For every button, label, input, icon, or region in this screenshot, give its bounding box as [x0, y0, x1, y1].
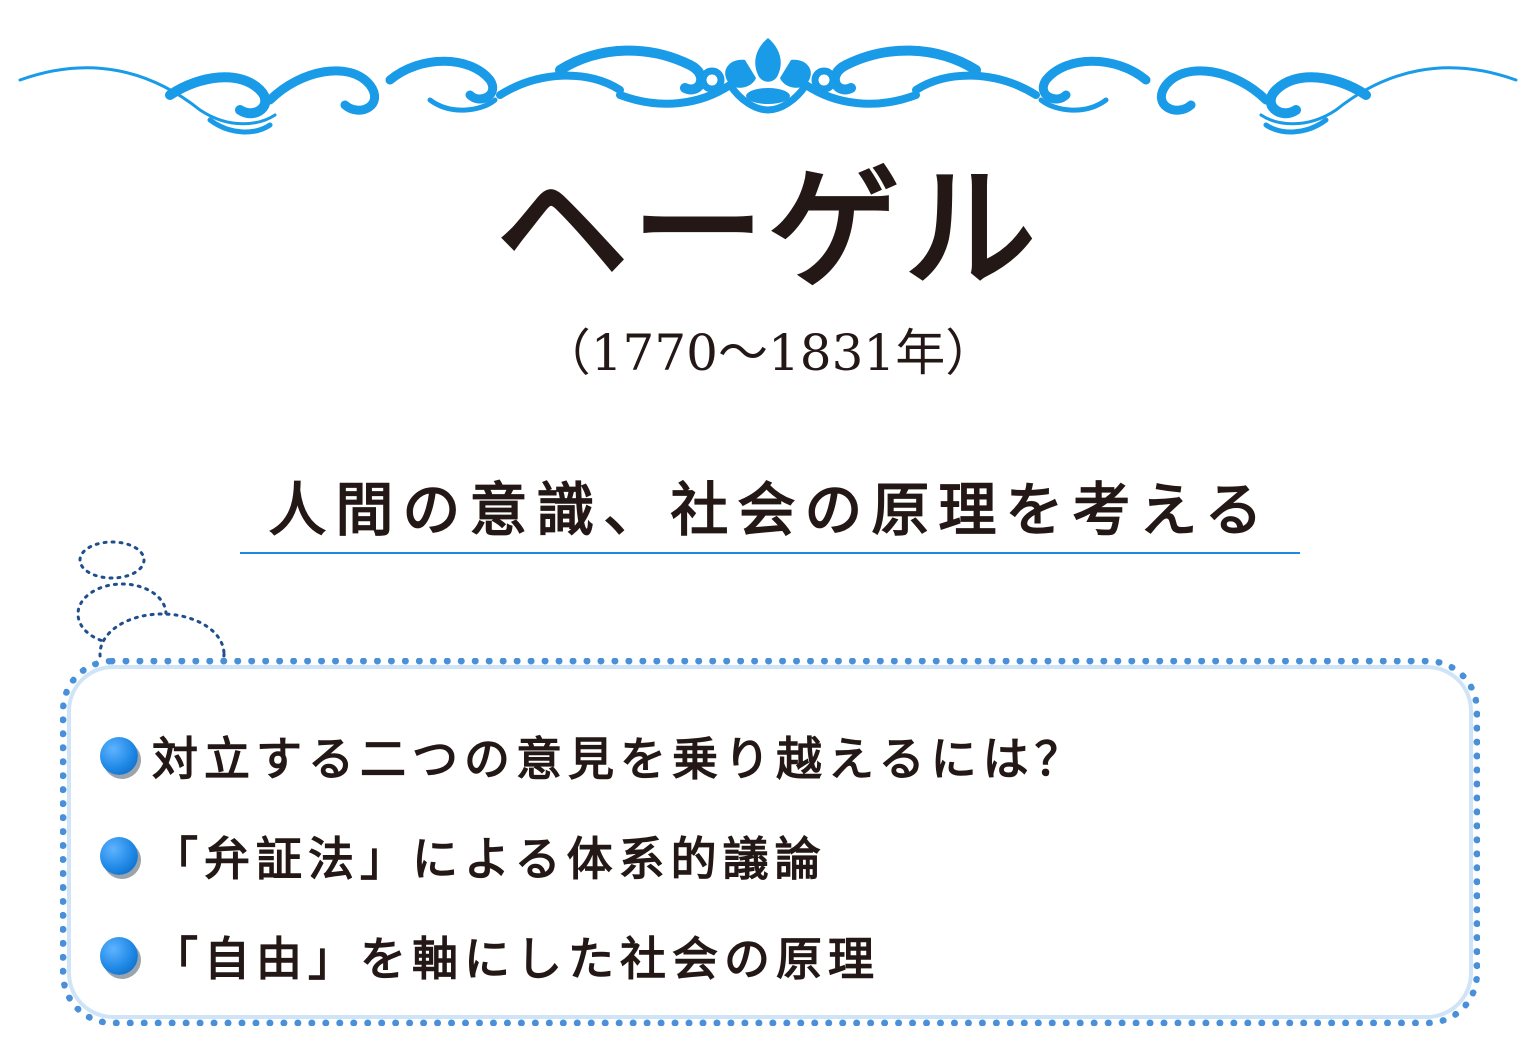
bullet-list: 対立する二つの意見を乗り越えるには？ 「弁証法」による体系的議論 「自由」を軸に…: [100, 706, 1400, 1006]
ornamental-scroll-icon: [18, 38, 1518, 135]
subtitle-block: 人間の意識、社会の原理を考える: [240, 468, 1300, 554]
blue-dot-icon: [100, 937, 138, 975]
subtitle: 人間の意識、社会の原理を考える: [268, 476, 1272, 544]
blue-dot-icon: [100, 837, 138, 875]
list-item: 「弁証法」による体系的議論: [100, 806, 1400, 906]
list-item: 「自由」を軸にした社会の原理: [100, 906, 1400, 1006]
bullet-text: 「自由」を軸にした社会の原理: [152, 932, 880, 986]
blue-dot-icon: [100, 737, 138, 775]
lifespan-years: （1770〜1831年）: [540, 324, 996, 382]
bullet-text: 対立する二つの意見を乗り越えるには？: [152, 732, 1087, 786]
list-item: 対立する二つの意見を乗り越えるには？: [100, 706, 1400, 806]
page-title: ヘーゲル: [496, 153, 1040, 307]
bullet-text: 「弁証法」による体系的議論: [152, 832, 827, 886]
